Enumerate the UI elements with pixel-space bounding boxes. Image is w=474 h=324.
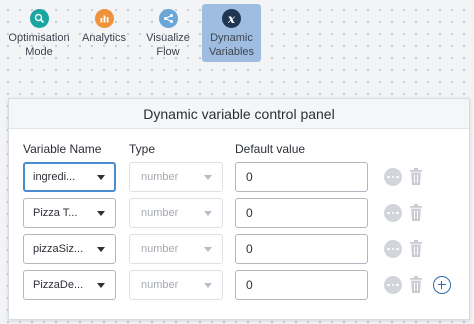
dot-icon xyxy=(387,211,390,215)
chevron-down-icon xyxy=(97,175,105,180)
variable-name-value: Pizza T... xyxy=(33,207,78,219)
chevron-down-icon xyxy=(204,283,212,288)
dynamic-label-line2: Variables xyxy=(208,46,255,58)
type-select[interactable]: number xyxy=(129,162,223,192)
type-value: number xyxy=(141,243,179,255)
default-value-input[interactable]: 0 xyxy=(235,270,368,300)
dot-icon xyxy=(391,247,395,251)
type-select[interactable]: number xyxy=(129,198,223,228)
type-select[interactable]: number xyxy=(129,234,223,264)
analytics-button[interactable]: Analytics xyxy=(78,4,130,62)
analytics-label: Analytics xyxy=(81,32,127,44)
variable-x-icon: x xyxy=(222,9,241,28)
variable-row: Pizza T... number 0 xyxy=(9,198,469,228)
variable-x-glyph: x xyxy=(227,11,236,26)
type-select[interactable]: number xyxy=(129,270,223,300)
dynamic-variables-button[interactable]: x Dynamic Variables xyxy=(202,4,261,62)
variable-name-select[interactable]: Pizza T... xyxy=(23,198,116,228)
optimisation-mode-button[interactable]: Optimisation Mode xyxy=(4,4,74,62)
more-options-button[interactable] xyxy=(384,204,402,222)
variable-name-value: pizzaSiz... xyxy=(33,243,84,255)
share-flow-icon xyxy=(158,9,178,28)
variable-row: pizzaSiz... number 0 xyxy=(9,234,469,264)
default-value-input[interactable]: 0 xyxy=(235,198,368,228)
more-options-button[interactable] xyxy=(384,276,402,294)
visualize-label-line2: Flow xyxy=(156,46,180,58)
dot-icon xyxy=(387,283,390,287)
dot-icon xyxy=(396,247,399,251)
add-variable-button[interactable] xyxy=(433,276,451,294)
chevron-down-icon xyxy=(204,175,212,180)
type-value: number xyxy=(141,171,179,183)
dot-icon xyxy=(391,175,395,179)
visualize-flow-button[interactable]: Visualize Flow xyxy=(138,4,198,62)
dot-icon xyxy=(387,247,390,251)
dot-icon xyxy=(391,211,395,215)
panel-title: Dynamic variable control panel xyxy=(9,99,469,129)
optimisation-label-line2: Mode xyxy=(25,46,53,58)
variable-row: ingredi... number 0 xyxy=(9,162,469,192)
chevron-down-icon xyxy=(204,211,212,216)
variable-name-value: ingredi... xyxy=(33,171,76,183)
variable-name-value: PizzaDe... xyxy=(33,279,84,291)
header-default-value: Default value xyxy=(235,142,306,156)
dot-icon xyxy=(396,211,399,215)
dot-icon xyxy=(396,175,399,179)
variable-name-select[interactable]: pizzaSiz... xyxy=(23,234,116,264)
dot-icon xyxy=(387,175,390,179)
visualize-label-line1: Visualize xyxy=(146,32,190,44)
trash-icon[interactable] xyxy=(409,167,423,187)
dynamic-label-line1: Dynamic xyxy=(210,32,253,44)
chevron-down-icon xyxy=(97,247,105,252)
analytics-chart-icon xyxy=(94,9,114,28)
type-value: number xyxy=(141,279,179,291)
trash-icon[interactable] xyxy=(409,203,423,223)
more-options-button[interactable] xyxy=(384,240,402,258)
variable-name-select[interactable]: ingredi... xyxy=(23,162,116,192)
chevron-down-icon xyxy=(97,283,105,288)
trash-icon[interactable] xyxy=(409,275,423,295)
optimisation-label-line1: Optimisation xyxy=(8,32,70,44)
dynamic-variable-panel: Dynamic variable control panel Variable … xyxy=(8,98,470,320)
more-options-button[interactable] xyxy=(384,168,402,186)
type-value: number xyxy=(141,207,179,219)
default-value-input[interactable]: 0 xyxy=(235,234,368,264)
chevron-down-icon xyxy=(97,211,105,216)
search-gear-icon xyxy=(29,9,49,28)
dot-icon xyxy=(391,283,395,287)
trash-icon[interactable] xyxy=(409,239,423,259)
chevron-down-icon xyxy=(204,247,212,252)
toolbar: Optimisation Mode Analytics Visualize Fl… xyxy=(0,0,474,68)
header-variable-name: Variable Name xyxy=(23,142,102,156)
default-value-input[interactable]: 0 xyxy=(235,162,368,192)
variable-row: PizzaDe... number 0 xyxy=(9,270,469,300)
dot-icon xyxy=(396,283,399,287)
header-type: Type xyxy=(129,142,156,156)
variable-name-select[interactable]: PizzaDe... xyxy=(23,270,116,300)
